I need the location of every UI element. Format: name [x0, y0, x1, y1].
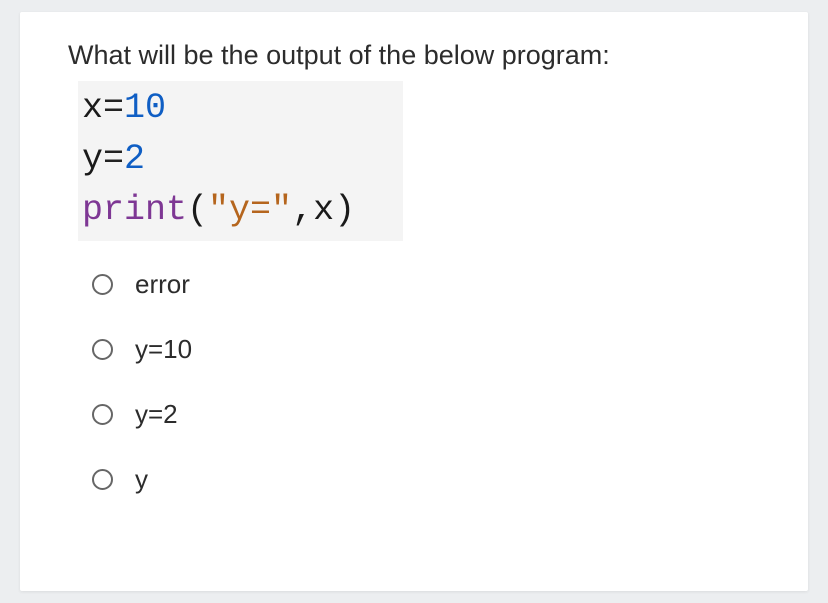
option-label: y [135, 464, 148, 495]
code-token-num: 10 [124, 88, 166, 128]
code-line-1: x=10 [82, 83, 355, 134]
code-token-arg: x [313, 190, 334, 230]
code-token-var: x [82, 88, 103, 128]
code-token-string: "y=" [208, 190, 292, 230]
code-token-op: = [103, 88, 124, 128]
radio-icon[interactable] [92, 339, 113, 360]
option-row-1[interactable]: y=10 [92, 334, 768, 365]
code-line-2: y=2 [82, 134, 355, 185]
option-row-3[interactable]: y [92, 464, 768, 495]
code-line-3: print("y=",x) [82, 185, 355, 236]
code-token-comma: , [292, 190, 313, 230]
question-card: What will be the output of the below pro… [20, 12, 808, 591]
options-list: error y=10 y=2 y [68, 269, 768, 495]
code-token-func: print [82, 190, 187, 230]
code-token-op: = [103, 139, 124, 179]
radio-icon[interactable] [92, 404, 113, 425]
code-token-paren: ( [187, 190, 208, 230]
code-token-var: y [82, 139, 103, 179]
code-block: x=10 y=2 print("y=",x) [78, 81, 403, 241]
question-prompt: What will be the output of the below pro… [68, 40, 768, 71]
option-row-2[interactable]: y=2 [92, 399, 768, 430]
option-row-0[interactable]: error [92, 269, 768, 300]
option-label: y=2 [135, 399, 178, 430]
radio-icon[interactable] [92, 469, 113, 490]
code-token-num: 2 [124, 139, 145, 179]
option-label: error [135, 269, 190, 300]
code-token-paren: ) [334, 190, 355, 230]
radio-icon[interactable] [92, 274, 113, 295]
option-label: y=10 [135, 334, 192, 365]
